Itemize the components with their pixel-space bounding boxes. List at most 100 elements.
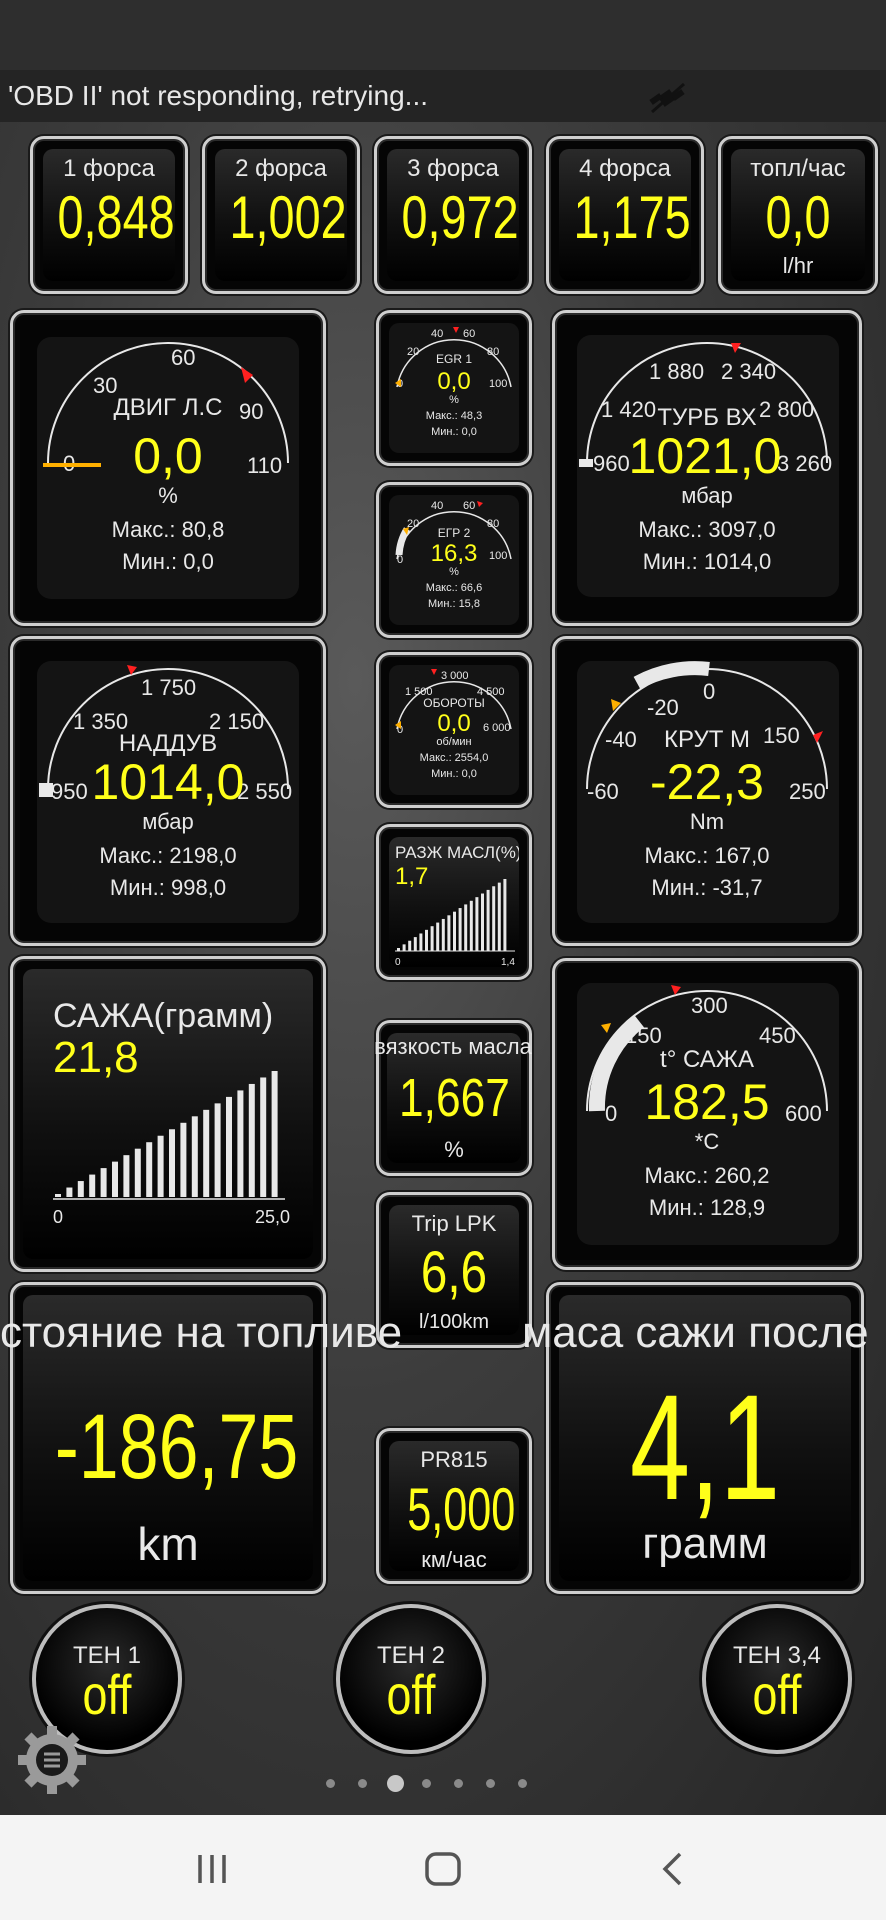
soot-temp-max: Макс.: 260,2	[644, 1163, 769, 1188]
bar-segment	[66, 1187, 73, 1197]
bar-segment	[413, 937, 417, 951]
oil-viscosity-unit: %	[444, 1137, 464, 1162]
boost-tick-950: 950	[51, 779, 88, 804]
boost-1-gauge[interactable]: 1 форса 0,848	[30, 136, 188, 294]
engine-hp-max: Макс.: 80,8	[112, 517, 225, 542]
fuel-rate-gauge[interactable]: топл/час 0,0 l/hr	[718, 136, 878, 294]
egr2-tick-40: 40	[431, 500, 443, 512]
turbo-tick-2800: 2 800	[759, 397, 814, 422]
egr1-tick-100: 100	[489, 378, 507, 390]
trip-lpk-value: 6,6	[420, 1240, 488, 1305]
heater-2-button[interactable]: ТЕН 2 off	[336, 1604, 486, 1754]
rpm-tick-6000: 6 000	[483, 722, 511, 734]
bar-segment	[214, 1103, 221, 1197]
page-dot-2[interactable]	[358, 1779, 367, 1788]
turbo-in-value: 1021,0	[629, 428, 782, 484]
turbo-tick-1420: 1 420	[601, 397, 656, 422]
oil-dilution-axis-max: 1,4	[501, 957, 515, 967]
fuel-range-unit: km	[137, 1518, 199, 1570]
soot-axis-min: 0	[53, 1207, 63, 1227]
boost-min: Мин.: 998,0	[110, 875, 226, 900]
bar-segment	[89, 1174, 96, 1197]
bar-segment	[458, 908, 462, 951]
boost-label: НАДДУВ	[119, 730, 217, 757]
egr1-label: EGR 1	[436, 352, 472, 366]
bar-segment	[481, 893, 484, 951]
boost-1-label: 1 форса	[63, 155, 155, 182]
torque-max: Макс.: 167,0	[644, 843, 769, 868]
soot-temp-dial[interactable]: 0 150 300 450 600 t° САЖА 182,5 *C Макс.…	[552, 958, 862, 1270]
egr1-min: Мин.: 0,0	[431, 426, 477, 438]
boost-4-value: 1,175	[573, 184, 691, 251]
page-dot-5[interactable]	[454, 1779, 463, 1788]
boost-3-gauge[interactable]: 3 форса 0,972	[374, 136, 532, 294]
boost-2-label: 2 форса	[235, 155, 327, 182]
egr2-tick-0: 0	[397, 554, 403, 566]
turbo-in-dial[interactable]: 960 1 420 1 880 2 340 2 800 3 260 ТУРБ В…	[552, 310, 862, 626]
turbo-in-unit: мбар	[681, 483, 732, 508]
soot-after-value: 4,1	[629, 1363, 781, 1531]
bar-segment	[408, 940, 412, 951]
boost-value: 1014,0	[92, 754, 245, 810]
soot-after-label-clip: маса сажи после	[520, 1308, 886, 1358]
soot-bargraph[interactable]: САЖА(грамм) 21,8 0 25,0	[10, 956, 326, 1272]
soot-temp-tick-0: 0	[605, 1101, 617, 1126]
boost-dial[interactable]: 950 1 350 1 750 2 150 2 550 НАДДУВ 1014,…	[10, 636, 326, 946]
recent-apps-icon[interactable]	[196, 1853, 230, 1885]
boost-max: Макс.: 2198,0	[99, 843, 236, 868]
system-navigation-bar	[0, 1815, 886, 1920]
connection-status-text: 'OBD II' not responding, retrying...	[8, 80, 428, 111]
page-dot-4[interactable]	[422, 1779, 431, 1788]
boost-4-gauge[interactable]: 4 форса 1,175	[546, 136, 704, 294]
bar-segment	[260, 1077, 267, 1197]
satellite-off-icon	[649, 82, 685, 114]
soot-temp-tick-150: 150	[625, 1023, 662, 1048]
bar-segment	[419, 933, 423, 951]
settings-gear-icon[interactable]	[14, 1722, 90, 1798]
pr815-gauge[interactable]: PR815 5,000 км/час	[376, 1428, 532, 1584]
bar-segment	[146, 1142, 153, 1197]
page-dot-active[interactable]	[387, 1775, 404, 1792]
oil-dilution-bargraph[interactable]: РАЗЖ МАСЛ(%) 1,7 0 1,4	[376, 824, 532, 980]
egr2-tick-20: 20	[407, 518, 419, 530]
fuel-range-label: стояние на топливе	[0, 1308, 403, 1357]
oil-dilution-axis-min: 0	[395, 957, 401, 967]
bar-segment	[503, 879, 507, 951]
torque-tick-0: 0	[703, 679, 715, 704]
engine-hp-tick-60: 60	[171, 345, 195, 370]
torque-min: Мин.: -31,7	[651, 875, 762, 900]
egr2-tick-80: 80	[487, 518, 499, 530]
soot-axis-max: 25,0	[255, 1207, 290, 1227]
egr1-dial[interactable]: 0 20 40 60 80 100 EGR 1 0,0 % Макс.: 48,…	[376, 310, 532, 466]
bar-segment	[248, 1083, 255, 1197]
back-icon[interactable]	[660, 1851, 686, 1887]
oil-viscosity-value: 1,667	[399, 1068, 510, 1128]
soot-temp-tick-450: 450	[759, 1023, 796, 1048]
page-dot-6[interactable]	[486, 1779, 495, 1788]
bar-segment	[475, 897, 479, 951]
page-dot-7[interactable]	[518, 1779, 527, 1788]
egr2-dial[interactable]: 0 20 40 60 80 100 ЕГР 2 16,3 % Макс.: 66…	[376, 482, 532, 638]
soot-temp-unit: *C	[695, 1129, 720, 1154]
egr1-value: 0,0	[437, 368, 470, 395]
turbo-tick-2340: 2 340	[721, 359, 776, 384]
boost-2-gauge[interactable]: 2 форса 1,002	[202, 136, 360, 294]
bar-segment	[169, 1129, 175, 1197]
bar-segment	[191, 1116, 198, 1197]
bar-segment	[464, 904, 468, 951]
rpm-dial[interactable]: 0 1 500 3 000 4 500 6 000 ОБОРОТЫ 0,0 об…	[376, 652, 532, 808]
torque-tick-250: 250	[789, 779, 826, 804]
turbo-tick-960: 960	[593, 451, 630, 476]
page-dot-1[interactable]	[326, 1779, 335, 1788]
torque-dial[interactable]: -60 -40 -20 0 150 250 КРУТ М -22,3 Nm Ма…	[552, 636, 862, 946]
heater-34-button[interactable]: ТЕН 3,4 off	[702, 1604, 852, 1754]
egr1-max: Макс.: 48,3	[426, 410, 482, 422]
home-icon[interactable]	[424, 1851, 462, 1887]
egr2-max: Макс.: 66,6	[426, 582, 482, 594]
bar-segment	[180, 1122, 187, 1197]
bar-segment	[436, 922, 440, 951]
bar-segment	[237, 1090, 244, 1197]
engine-hp-dial[interactable]: 0 30 60 90 110 ДВИГ Л.С 0,0 % Макс.: 80,…	[10, 310, 326, 626]
engine-hp-tick-110: 110	[247, 453, 282, 478]
soot-temp-tick-300: 300	[691, 993, 728, 1018]
